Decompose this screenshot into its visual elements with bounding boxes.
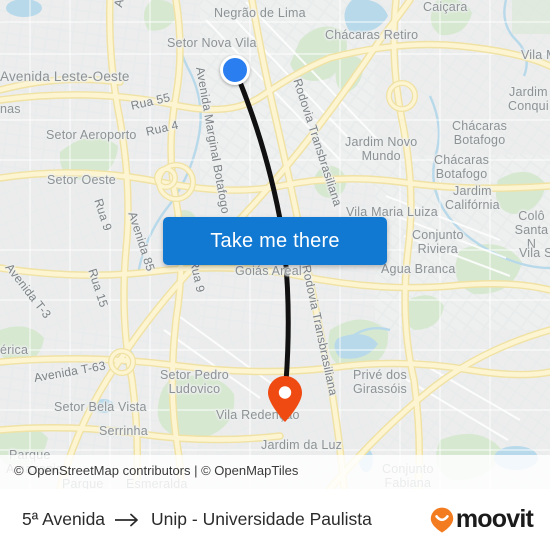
route-destination-label: Unip - Universidade Paulista [151,509,372,529]
map-attribution: © OpenStreetMap contributors | © OpenMap… [14,463,299,478]
origin-location-dot[interactable] [220,55,250,85]
destination-pin[interactable] [267,375,303,423]
app-root: Negrão de Lima Caiçara Chácaras Retiro Seto… [0,0,550,550]
arrow-right-icon [115,513,138,526]
footer-bar: 5ª Avenida Unip - Universidade Paulista … [0,489,550,550]
moovit-wordmark: moovit [455,505,534,533]
map-canvas[interactable]: Negrão de Lima Caiçara Chácaras Retiro Seto… [0,0,550,489]
route-origin-label: 5ª Avenida [22,509,106,529]
take-me-there-button[interactable]: Take me there [163,217,387,265]
moovit-logo[interactable]: moovit [430,489,534,550]
moovit-pin-smile-icon [430,507,454,533]
route-summary: 5ª Avenida Unip - Universidade Paulista [22,489,372,550]
